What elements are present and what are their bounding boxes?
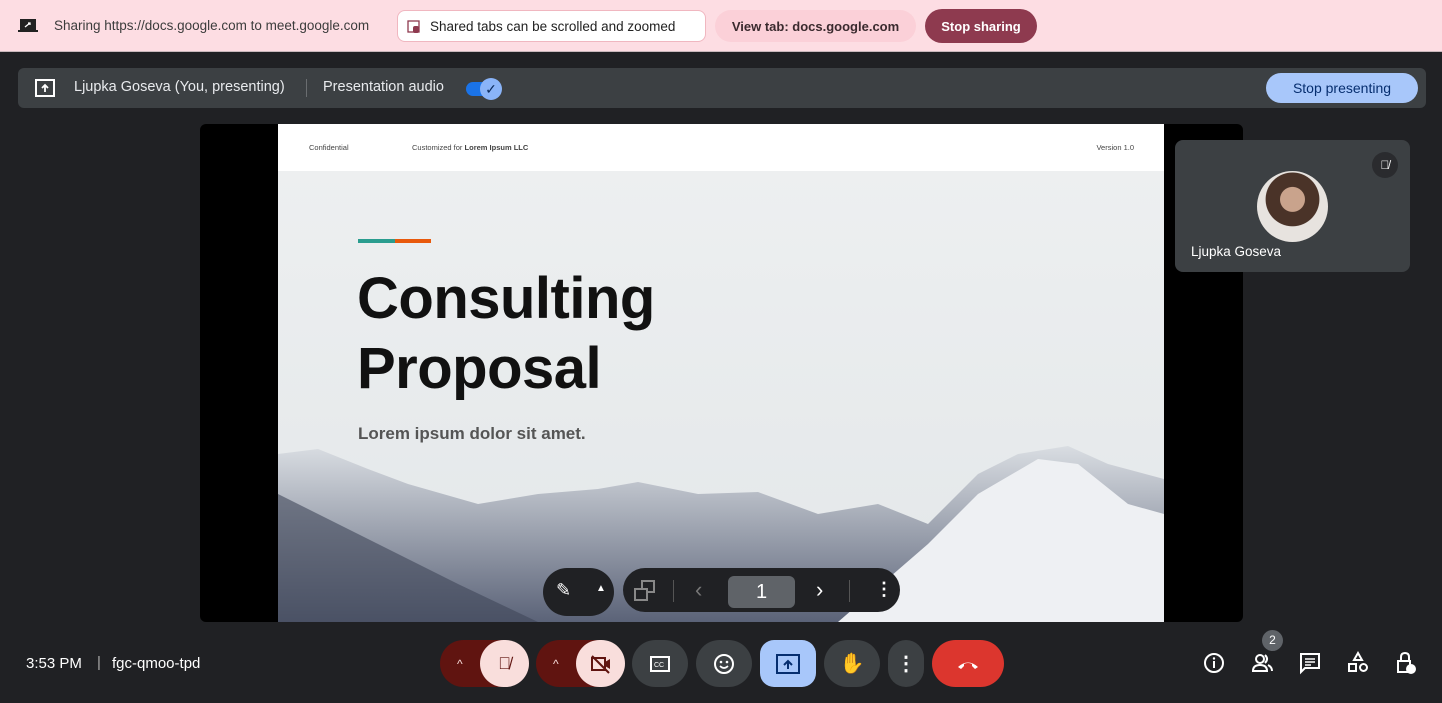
svg-text:CC: CC xyxy=(654,662,664,669)
captions-button[interactable]: CC xyxy=(632,640,688,687)
more-options-button[interactable]: ⋮ xyxy=(888,640,924,687)
caret-up-icon[interactable]: ▲ xyxy=(596,583,606,594)
slides-switch-icon[interactable] xyxy=(634,580,656,602)
customized-prefix: Customized for xyxy=(412,143,465,152)
camera-off-icon xyxy=(590,654,610,674)
stop-presenting-button[interactable]: Stop presenting xyxy=(1266,73,1418,103)
raise-hand-button[interactable]: ✋ xyxy=(824,640,880,687)
sharing-bar: Sharing https://docs.google.com to meet.… xyxy=(0,0,1442,52)
present-icon xyxy=(776,653,800,674)
slide-title: Consulting Proposal xyxy=(357,264,655,404)
view-tab-button[interactable]: View tab: docs.google.com xyxy=(715,10,916,42)
meeting-code: fgc-qmoo-tpd xyxy=(112,655,201,672)
hint-text: Shared tabs can be scrolled and zoomed xyxy=(430,18,676,34)
participants-count-badge: 2 xyxy=(1262,630,1283,651)
camera-button[interactable] xyxy=(576,640,625,687)
accent-bar-orange xyxy=(395,239,431,243)
version-label: Version 1.0 xyxy=(1096,143,1134,152)
divider xyxy=(849,580,850,602)
activities-icon[interactable] xyxy=(1346,651,1370,675)
participant-name: Ljupka Goseva xyxy=(1191,244,1282,259)
present-now-button[interactable] xyxy=(760,640,816,687)
presenter-name: Ljupka Goseva (You, presenting) xyxy=(74,79,285,95)
check-icon: ✓ xyxy=(480,78,502,100)
hang-up-icon xyxy=(958,662,978,669)
separator: | xyxy=(97,654,101,671)
microphone-button[interactable]: 🎙̸ xyxy=(480,640,529,687)
emoji-icon xyxy=(714,653,734,674)
sharing-text: Sharing https://docs.google.com to meet.… xyxy=(54,18,370,33)
confidential-label: Confidential xyxy=(309,143,349,152)
muted-mic-icon: 🎙̸ xyxy=(1372,152,1398,178)
presentation-audio-toggle[interactable]: ✓ xyxy=(466,78,502,100)
chat-icon[interactable] xyxy=(1298,651,1322,675)
slide-navigation-control: ‹ 1 › ⋮ xyxy=(623,568,900,612)
more-options-icon[interactable]: ⋮ xyxy=(875,579,893,600)
reactions-button[interactable] xyxy=(696,640,752,687)
meeting-details-icon[interactable] xyxy=(1202,651,1226,675)
divider xyxy=(673,580,674,602)
more-vert-icon: ⋮ xyxy=(896,653,916,675)
leave-call-button[interactable] xyxy=(932,640,1004,687)
divider xyxy=(306,79,307,97)
presenting-bar: Ljupka Goseva (You, presenting) Presenta… xyxy=(18,68,1426,108)
pen-icon[interactable]: ✎ xyxy=(556,580,571,601)
next-slide-icon[interactable]: › xyxy=(816,577,823,603)
title-line-1: Consulting xyxy=(357,266,655,331)
avatar xyxy=(1257,171,1328,242)
annotate-control: ✎ ▲ xyxy=(543,568,614,616)
present-icon xyxy=(35,79,55,97)
accent-bar-teal xyxy=(358,239,395,243)
closed-captions-icon: CC xyxy=(650,655,670,672)
hand-icon: ✋ xyxy=(839,653,865,675)
customized-for: Customized for Lorem Ipsum LLC xyxy=(412,143,528,152)
participant-tile[interactable]: 🎙̸ Ljupka Goseva xyxy=(1175,140,1410,272)
page-number[interactable]: 1 xyxy=(728,576,795,608)
title-line-2: Proposal xyxy=(357,336,602,401)
host-controls-icon[interactable] xyxy=(1394,651,1418,675)
meeting-time: 3:53 PM xyxy=(26,655,82,672)
stop-sharing-button[interactable]: Stop sharing xyxy=(925,9,1037,43)
slide: Confidential Customized for Lorem Ipsum … xyxy=(278,124,1164,622)
presentation-audio-label: Presentation audio xyxy=(323,79,444,95)
tab-icon xyxy=(407,20,420,33)
company-name: Lorem Ipsum LLC xyxy=(464,143,529,152)
mic-off-icon: 🎙̸ xyxy=(498,653,511,673)
previous-slide-icon[interactable]: ‹ xyxy=(695,577,702,603)
people-icon[interactable] xyxy=(1250,651,1274,675)
chevron-up-icon: ^ xyxy=(553,656,559,671)
share-screen-icon xyxy=(18,19,38,32)
presentation-view: Confidential Customized for Lorem Ipsum … xyxy=(200,124,1243,622)
chevron-up-icon: ^ xyxy=(457,656,463,671)
slide-header: Confidential Customized for Lorem Ipsum … xyxy=(278,124,1164,171)
scroll-zoom-hint: Shared tabs can be scrolled and zoomed xyxy=(397,10,706,42)
